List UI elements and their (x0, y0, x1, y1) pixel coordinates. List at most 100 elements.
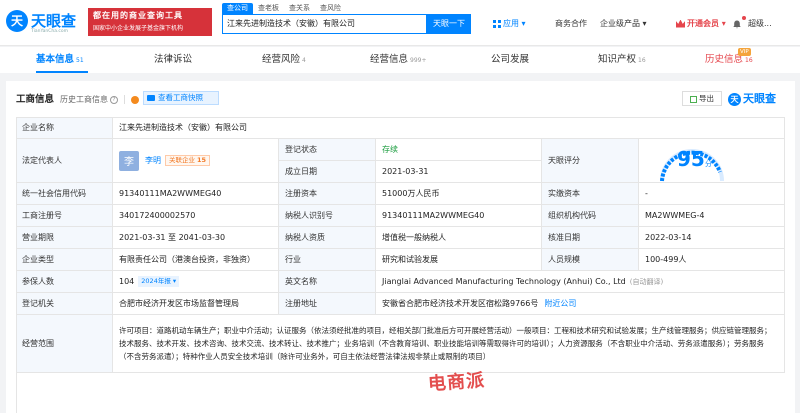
snapshot-label: 查看工商快照 (158, 93, 203, 102)
history-link[interactable]: 历史工商信息 (60, 95, 108, 104)
tab-label: 公司发展 (491, 54, 530, 65)
term-value: 2021-03-31 至 2041-03-30 (113, 227, 279, 249)
company-name: 江来先进制造技术（安徽）有限公司 (113, 117, 785, 139)
reg-no-label: 工商注册号 (16, 205, 113, 227)
top-bar: 天 天眼查 TianYanCha.com 都在用的商业查询工具 国家中小企业发展… (0, 0, 800, 46)
vip-label: 开通会员 (687, 19, 719, 28)
tab-operation-info[interactable]: 经营信息 999+ (370, 47, 427, 73)
related-label: 关联企业 (169, 156, 195, 164)
insured-value: 104 (119, 277, 135, 286)
export-button[interactable]: 导出 (682, 91, 722, 106)
search-tab-company[interactable]: 查公司 (222, 3, 253, 14)
legal-rep-link[interactable]: 李明 (145, 155, 161, 166)
search-tab-boss[interactable]: 查老板 (253, 3, 284, 14)
scope-value: 许可项目：道路机动车辆生产；职业中介活动；认证服务（依法须经批准的项目，经相关部… (113, 315, 785, 373)
taxpayer-value: 增值税一般纳税人 (376, 227, 542, 249)
address-value: 安徽省合肥市经济技术开发区宿松路9766号 (382, 299, 539, 308)
related-count: 15 (197, 156, 207, 164)
tab-count: 16 (638, 57, 646, 64)
approve-label: 核准日期 (542, 227, 639, 249)
slogan-line2: 国家中小企业发展子基金旗下机构 (93, 25, 184, 32)
tab-count: 4 (302, 57, 306, 64)
tab-development[interactable]: 公司发展 (491, 47, 529, 73)
capital-label: 注册资本 (279, 183, 376, 205)
brand-logo: 天天眼查 (728, 90, 776, 106)
insured-cell: 104 2024年报 ▾ (113, 271, 279, 293)
name-label: 企业名称 (16, 117, 113, 139)
org-code-value: MA2WWMEG-4 (639, 205, 785, 227)
bell-icon[interactable] (733, 20, 741, 29)
snapshot-button[interactable]: 查看工商快照 (143, 91, 219, 105)
vip-tag: VIP (738, 48, 751, 56)
annual-report-badge[interactable]: 2024年报 ▾ (138, 276, 180, 287)
scope-label: 经营范围 (16, 315, 113, 373)
search-tab-risk[interactable]: 查风险 (315, 3, 346, 14)
paid-label: 实缴资本 (542, 183, 639, 205)
camera-icon (147, 95, 155, 101)
logo-domain: TianYanCha.com (31, 29, 69, 34)
logo-text: 天眼查 (31, 12, 77, 30)
type-value: 有限责任公司（港澳台投资，非独资） (113, 249, 279, 271)
en-name-value: Jianglai Advanced Manufacturing Technolo… (382, 277, 626, 286)
help-icon[interactable]: ? (110, 95, 119, 104)
search-button[interactable]: 天眼一下 (427, 14, 471, 34)
en-name-cell: Jianglai Advanced Manufacturing Technolo… (376, 271, 785, 293)
tab-label: 经营信息 (370, 54, 409, 65)
section-header: 工商信息 历史工商信息? (16, 91, 140, 105)
annual-report-label: 2024年报 (141, 277, 171, 285)
main-tabs: 基本信息 51 法律诉讼 经营风险 4 经营信息 999+ 公司发展 知识产权 16 历… (0, 47, 800, 73)
credit-label: 统一社会信用代码 (16, 183, 113, 205)
status-value: 存续 (376, 139, 542, 161)
related-company-badge[interactable]: 关联企业 15 (165, 155, 211, 166)
staff-value: 100-499人 (639, 249, 785, 271)
tab-count: 51 (76, 57, 84, 64)
tab-count: 16 (745, 57, 753, 64)
address-label: 注册地址 (279, 293, 376, 315)
site-logo[interactable]: 天 天眼查 TianYanCha.com (6, 8, 86, 40)
org-code-label: 组织机构代码 (542, 205, 639, 227)
term-label: 营业期限 (16, 227, 113, 249)
score-cell: 95 分 (639, 139, 785, 183)
nav-service-link[interactable]: 企业级产品 ▾ (600, 16, 647, 32)
tab-litigation[interactable]: 法律诉讼 (154, 47, 192, 73)
avatar: 李 (119, 150, 139, 171)
founded-value: 2021-03-31 (376, 161, 542, 183)
brand-text: 天眼查 (743, 92, 776, 105)
industry-value: 研究和试验发展 (376, 249, 542, 271)
active-tab-indicator (36, 71, 88, 73)
search-input[interactable]: 江来先进制造技术（安徽）有限公司 (222, 14, 427, 34)
brand-eye-icon: 天 (728, 92, 741, 106)
export-icon (690, 95, 697, 103)
slogan-line1: 都在用的商业查询工具 (93, 11, 183, 20)
credit-value: 91340111MA2WWMEG40 (113, 183, 279, 205)
founded-label: 成立日期 (279, 161, 376, 183)
app-menu-button[interactable]: 应用 ▾ (493, 16, 526, 32)
app-menu-label: 应用 (503, 19, 519, 28)
search-tab-relation[interactable]: 查关系 (284, 3, 315, 14)
nav-service-label: 企业级产品 (600, 19, 640, 28)
slogan-banner: 都在用的商业查询工具 国家中小企业发展子基金旗下机构 (88, 8, 212, 36)
logo-eye-icon: 天 (6, 10, 28, 32)
tax-id-value: 91340111MA2WWMEG40 (376, 205, 542, 227)
user-menu[interactable]: 超级... (748, 16, 772, 32)
taxpayer-label: 纳税人资质 (279, 227, 376, 249)
nearby-companies-link[interactable]: 附近公司 (544, 298, 576, 309)
nav-biz-link[interactable]: 商务合作 (555, 16, 587, 32)
score-value: 95 (677, 147, 705, 171)
tab-ip[interactable]: 知识产权 16 (598, 47, 646, 73)
paid-value: - (639, 183, 785, 205)
insured-label: 参保人数 (16, 271, 113, 293)
tab-label: 历史信息 (705, 54, 744, 65)
capital-value: 51000万人民币 (376, 183, 542, 205)
tab-operation-risk[interactable]: 经营风险 4 (262, 47, 306, 73)
legal-rep-cell: 李 李明 关联企业 15 (113, 139, 279, 183)
score-label: 天眼评分 (542, 139, 639, 183)
search-type-tabs: 查公司 查老板 查关系 查风险 (222, 3, 346, 14)
tab-basic-info[interactable]: 基本信息 51 (36, 47, 84, 73)
tax-id-label: 纳税人识别号 (279, 205, 376, 227)
auto-translate-note: (自动翻译) (629, 277, 664, 286)
type-label: 企业类型 (16, 249, 113, 271)
tab-label: 基本信息 (36, 54, 75, 65)
vip-button[interactable]: 开通会员 ▾ (676, 16, 726, 32)
staff-label: 人员规模 (542, 249, 639, 271)
